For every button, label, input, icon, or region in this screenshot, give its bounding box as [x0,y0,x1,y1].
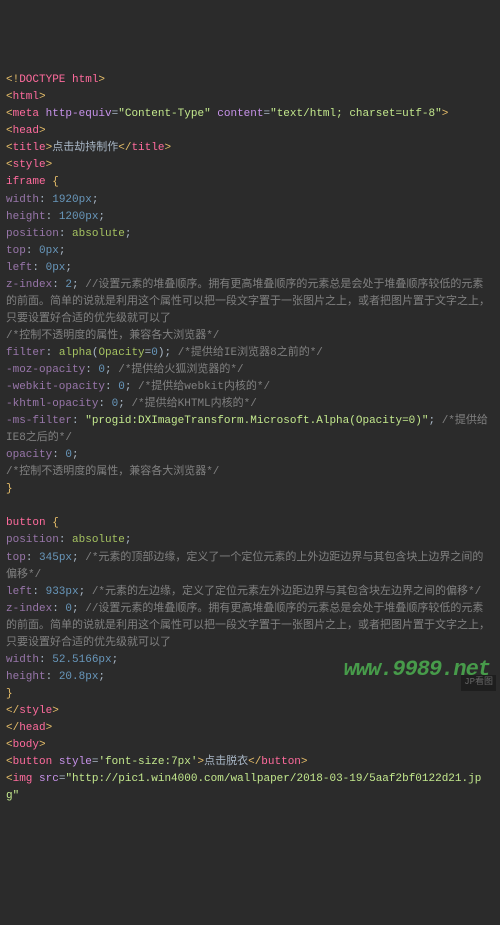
code-block: <!DOCTYPE html><html><meta http-equiv="C… [6,72,494,805]
corner-badge: JP看图 [461,675,496,691]
